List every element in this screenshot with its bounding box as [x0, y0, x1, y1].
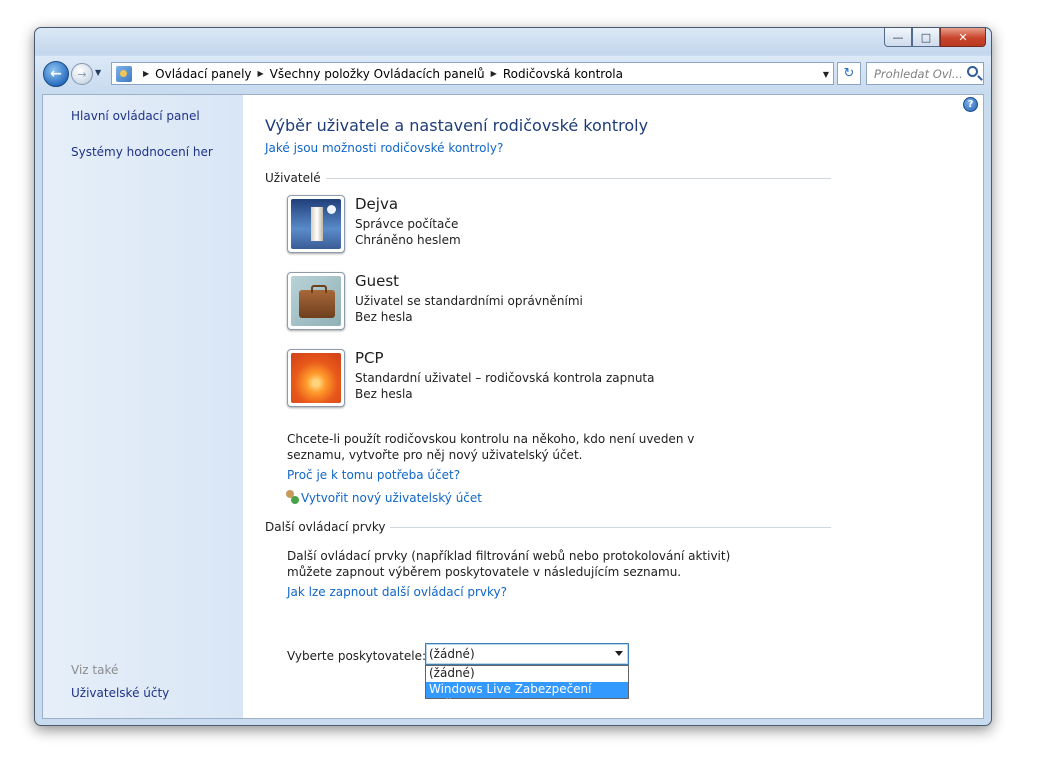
users-heading-label: Uživatelé — [265, 171, 321, 185]
refresh-icon: ↻ — [843, 66, 855, 81]
user-role: Správce počítače — [355, 217, 459, 231]
suitcase-avatar-icon — [291, 276, 341, 326]
user-name: Dejva — [355, 195, 399, 213]
create-account-label: Vytvořit nový uživatelský účet — [301, 491, 482, 505]
user-tile-guest[interactable]: Guest Uživatel se standardními oprávnění… — [287, 272, 707, 334]
avatar — [287, 349, 345, 407]
control-panel-icon — [116, 65, 132, 82]
caption-buttons: — □ ✕ — [884, 28, 986, 47]
content-area: Hlavní ovládací panel Systémy hodnocení … — [42, 94, 984, 719]
user-tile-dejva[interactable]: Dejva Správce počítače Chráněno heslem — [287, 195, 707, 257]
search-placeholder: Prohledat Ovl... — [874, 66, 963, 81]
maximize-button[interactable]: □ — [912, 28, 940, 47]
sidebar-link-control-panel-home[interactable]: Hlavní ovládací panel — [71, 109, 200, 123]
maximize-icon: □ — [920, 30, 932, 44]
avatar — [287, 272, 345, 330]
minimize-icon: — — [892, 30, 904, 44]
title-bar[interactable]: — □ ✕ — [35, 28, 991, 54]
chevron-right-icon[interactable]: ▶ — [143, 69, 149, 78]
sidebar-link-game-ratings[interactable]: Systémy hodnocení her — [71, 145, 213, 159]
provider-option-windows-live[interactable]: Windows Live Zabezpečení rodiny — [426, 682, 628, 711]
see-also-heading: Viz také — [71, 663, 119, 677]
sidebar-link-user-accounts[interactable]: Uživatelské účty — [71, 686, 169, 700]
close-icon: ✕ — [958, 30, 968, 44]
add-user-icon — [285, 490, 299, 504]
breadcrumb-control-panel[interactable]: Ovládací panely — [155, 67, 251, 81]
provider-dropdown-list: (žádné) Windows Live Zabezpečení rodiny — [425, 665, 629, 711]
chevron-right-icon[interactable]: ▶ — [258, 69, 264, 78]
provider-label: Vyberte poskytovatele: — [287, 649, 427, 663]
create-account-link[interactable]: Vytvořit nový uživatelský účet — [285, 490, 482, 505]
search-icon[interactable] — [967, 66, 978, 77]
refresh-button[interactable]: ↻ — [837, 62, 861, 85]
user-password-status: Bez hesla — [355, 387, 413, 401]
arrow-right-icon: → — [77, 67, 87, 81]
info-text: Chcete-li použít rodičovskou kontrolu na… — [287, 431, 694, 463]
user-name: Guest — [355, 272, 400, 290]
more-controls-link[interactable]: Jak lze zapnout další ovládací prvky? — [287, 585, 507, 599]
more-controls-line: můžete zapnout výběrem poskytovatele v n… — [287, 565, 682, 579]
page-title: Výběr uživatele a nastavení rodičovské k… — [265, 116, 649, 135]
flower-avatar-icon — [291, 353, 341, 403]
help-icon[interactable]: ? — [963, 97, 978, 112]
user-password-status: Chráněno heslem — [355, 233, 461, 247]
more-controls-line: Další ovládací prvky (například filtrová… — [287, 549, 731, 563]
provider-selected-value: (žádné) — [429, 647, 475, 661]
user-password-status: Bez hesla — [355, 310, 413, 324]
options-link[interactable]: Jaké jsou možnosti rodičovské kontroly? — [265, 141, 503, 155]
user-name: PCP — [355, 349, 384, 367]
recent-pages-dropdown[interactable]: ▼ — [95, 68, 101, 77]
minimize-button[interactable]: — — [884, 28, 912, 47]
more-controls-text: Další ovládací prvky (například filtrová… — [287, 548, 730, 580]
sidebar: Hlavní ovládací panel Systémy hodnocení … — [43, 95, 243, 718]
users-heading: Uživatelé — [265, 171, 831, 185]
provider-option-none[interactable]: (žádné) — [426, 666, 628, 682]
back-button[interactable]: ← — [43, 61, 69, 87]
why-account-link[interactable]: Proč je k tomu potřeba účet? — [287, 468, 460, 482]
forward-button[interactable]: → — [71, 63, 93, 85]
user-role: Standardní uživatel – rodičovská kontrol… — [355, 371, 655, 385]
breadcrumb-parental-controls[interactable]: Rodičovská kontrola — [503, 67, 623, 81]
address-bar[interactable]: ▶ Ovládací panely ▶ Všechny položky Ovlá… — [111, 62, 834, 85]
navigation-bar: ← → ▼ ▶ Ovládací panely ▶ Všechny položk… — [35, 56, 991, 92]
breadcrumb-all-items[interactable]: Všechny položky Ovládacích panelů — [270, 67, 485, 81]
more-controls-heading-label: Další ovládací prvky — [265, 520, 386, 534]
lighthouse-avatar-icon — [291, 199, 341, 249]
main-panel: ? Výběr uživatele a nastavení rodičovské… — [243, 95, 983, 718]
user-role: Uživatel se standardními oprávněními — [355, 294, 583, 308]
chevron-down-icon — [615, 651, 623, 656]
address-dropdown-icon[interactable]: ▼ — [823, 70, 829, 79]
window: — □ ✕ ← → ▼ ▶ Ovládací panely ▶ Všechny … — [34, 27, 992, 726]
info-text-line: seznamu, vytvořte pro něj nový uživatels… — [287, 448, 583, 462]
provider-select[interactable]: (žádné) — [425, 643, 629, 665]
info-text-line: Chcete-li použít rodičovskou kontrolu na… — [287, 432, 695, 446]
more-controls-heading: Další ovládací prvky — [265, 520, 831, 534]
close-button[interactable]: ✕ — [940, 28, 986, 47]
avatar — [287, 195, 345, 253]
user-tile-pcp[interactable]: PCP Standardní uživatel – rodičovská kon… — [287, 349, 707, 411]
arrow-left-icon: ← — [50, 66, 62, 82]
search-input[interactable]: Prohledat Ovl... — [866, 62, 984, 85]
chevron-down-icon: ▼ — [95, 68, 102, 77]
chevron-right-icon[interactable]: ▶ — [491, 69, 497, 78]
